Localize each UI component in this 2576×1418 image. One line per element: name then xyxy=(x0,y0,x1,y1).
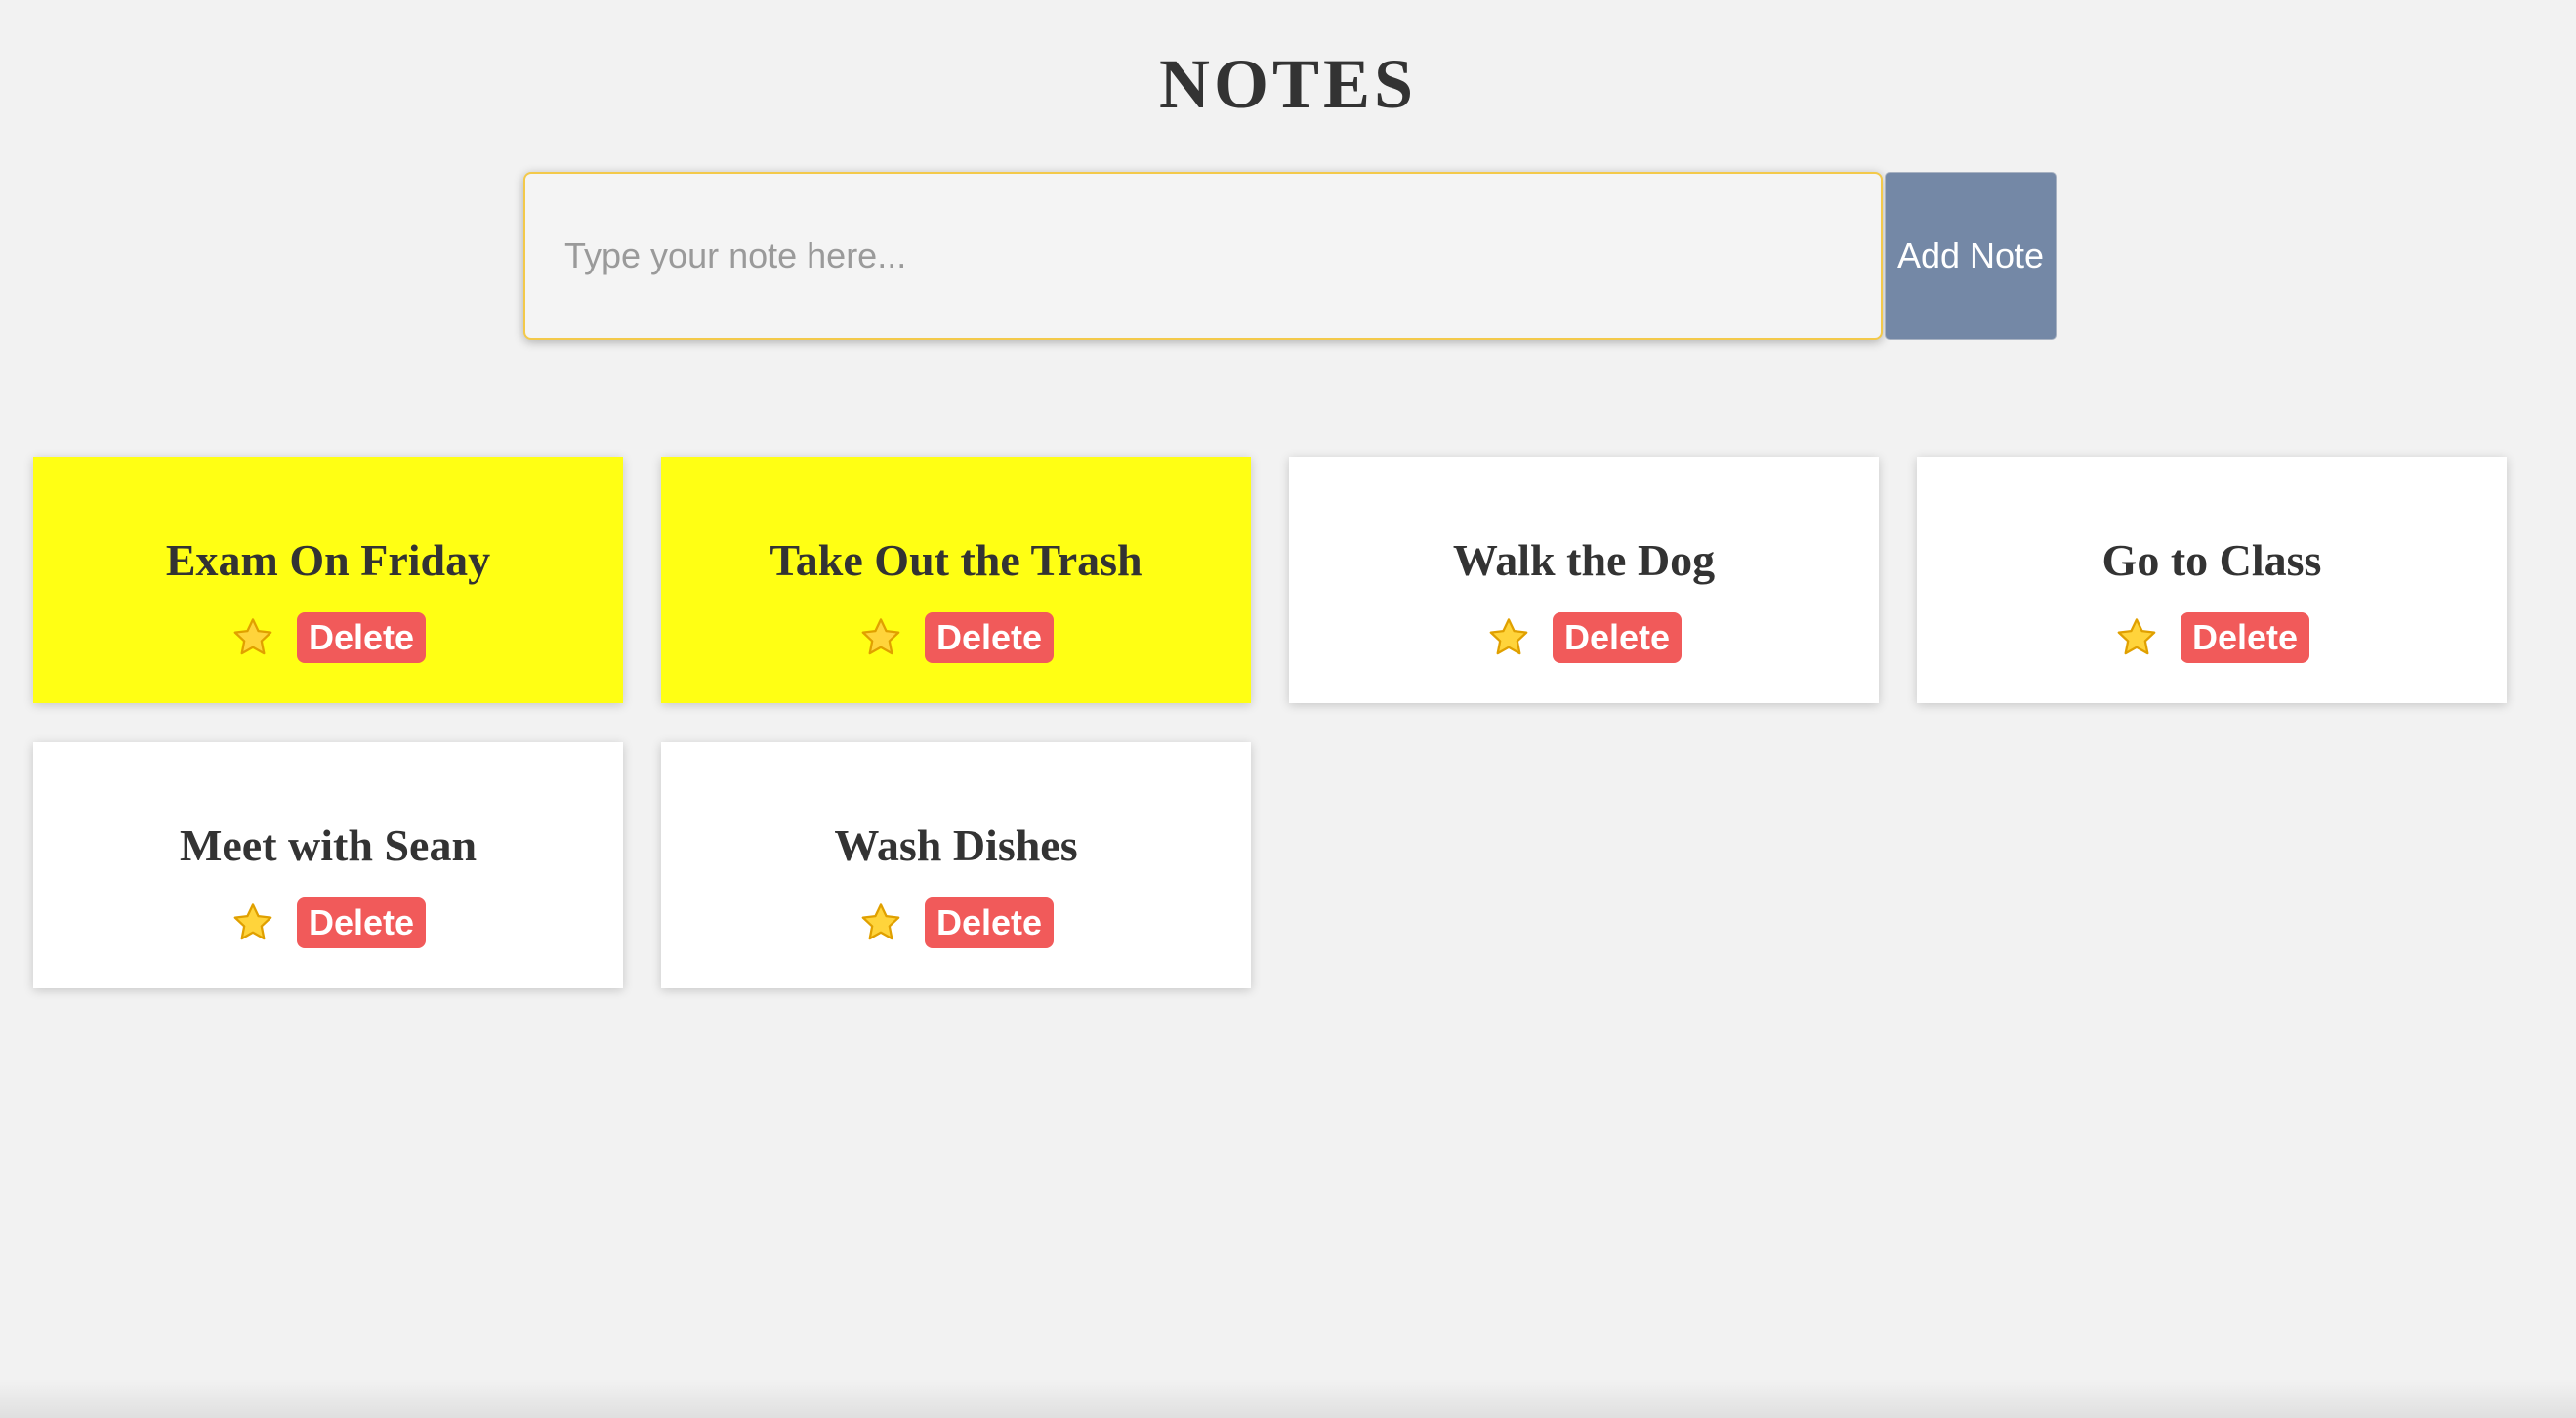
note-card: Go to Class Delete xyxy=(1917,457,2507,703)
note-actions: Delete xyxy=(1917,611,2507,664)
star-icon[interactable] xyxy=(2114,615,2159,660)
delete-button[interactable]: Delete xyxy=(924,897,1055,948)
delete-button[interactable]: Delete xyxy=(296,897,427,948)
note-title: Wash Dishes xyxy=(834,820,1078,870)
note-actions: Delete xyxy=(661,897,1251,949)
note-input[interactable] xyxy=(523,172,1883,340)
delete-button[interactable]: Delete xyxy=(296,612,427,663)
page-title: NOTES xyxy=(1158,45,1418,123)
note-card: Take Out the Trash Delete xyxy=(661,457,1251,703)
note-actions: Delete xyxy=(33,897,623,949)
note-title: Meet with Sean xyxy=(179,820,478,870)
note-actions: Delete xyxy=(33,611,623,664)
note-card: Exam On Friday Delete xyxy=(33,457,623,703)
star-icon[interactable] xyxy=(230,900,275,945)
star-icon[interactable] xyxy=(858,615,903,660)
note-title: Take Out the Trash xyxy=(769,535,1143,585)
note-title: Exam On Friday xyxy=(165,535,491,585)
delete-button[interactable]: Delete xyxy=(924,612,1055,663)
bottom-shade xyxy=(0,1379,2576,1418)
note-card: Meet with Sean Delete xyxy=(33,742,623,988)
note-actions: Delete xyxy=(1289,611,1879,664)
note-card: Walk the Dog Delete xyxy=(1289,457,1879,703)
delete-button[interactable]: Delete xyxy=(2180,612,2310,663)
star-icon[interactable] xyxy=(230,615,275,660)
note-actions: Delete xyxy=(661,611,1251,664)
note-card: Wash Dishes Delete xyxy=(661,742,1251,988)
star-icon[interactable] xyxy=(1486,615,1531,660)
star-icon[interactable] xyxy=(858,900,903,945)
note-title: Go to Class xyxy=(2101,535,2322,585)
note-title: Walk the Dog xyxy=(1452,535,1716,585)
add-note-button[interactable]: Add Note xyxy=(1885,172,2057,340)
delete-button[interactable]: Delete xyxy=(1552,612,1683,663)
